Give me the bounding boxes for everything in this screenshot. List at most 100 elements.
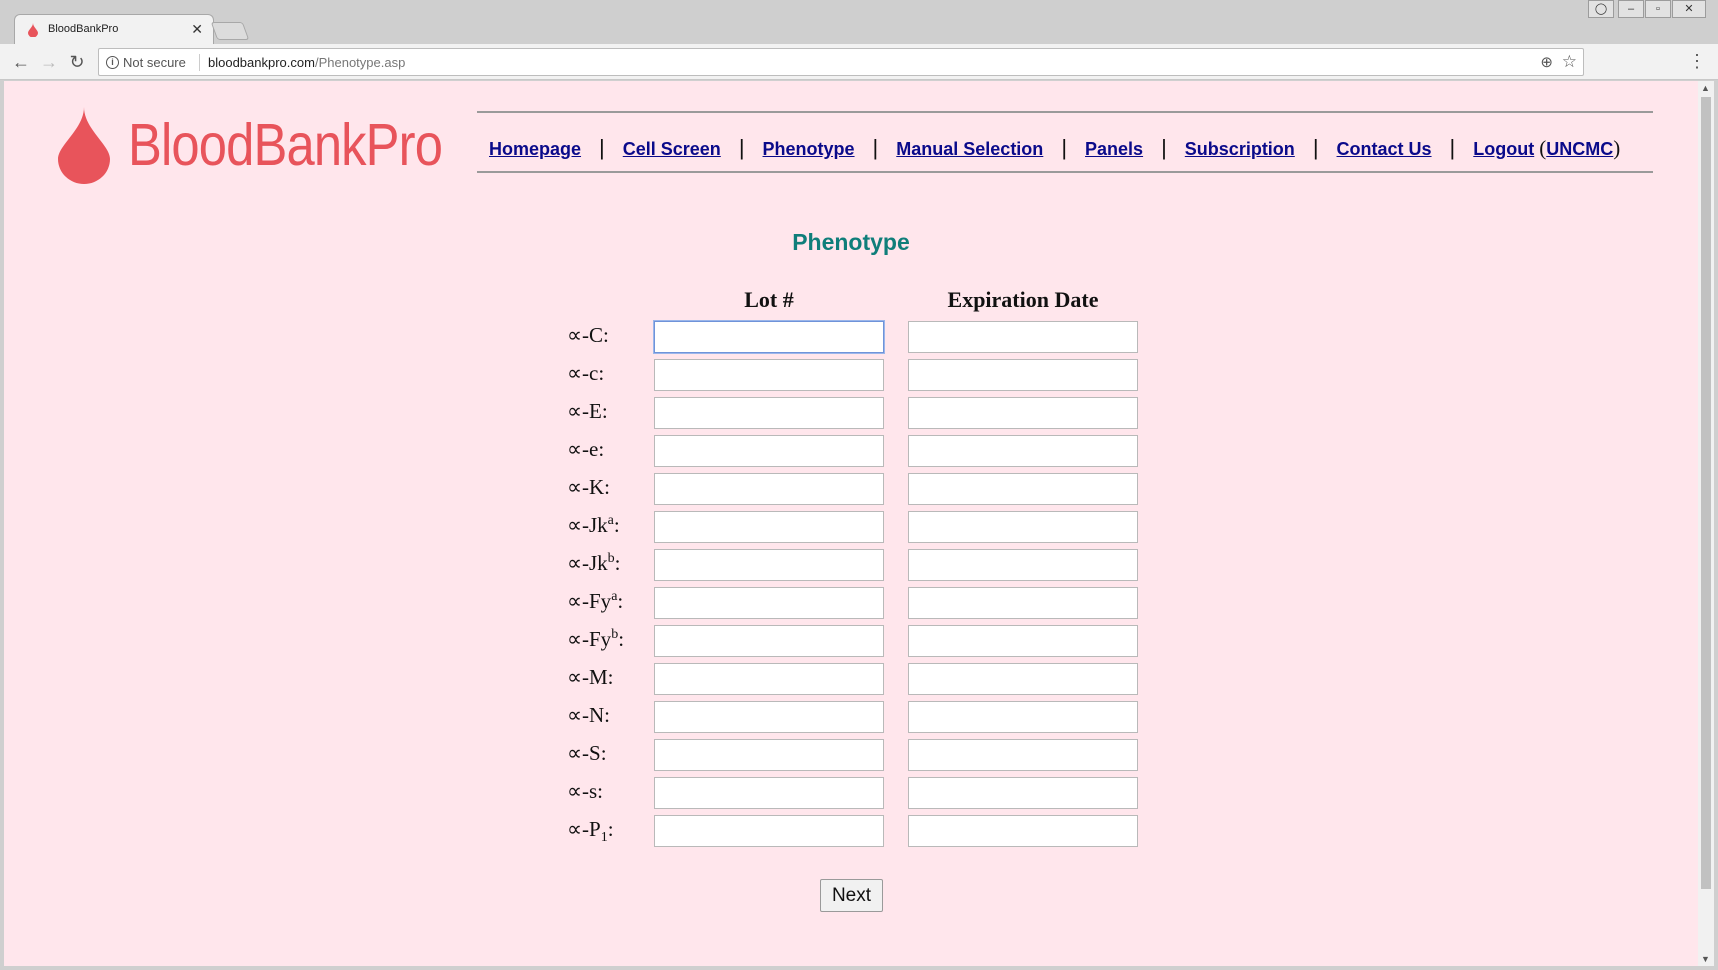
lot-number-input[interactable] [654, 321, 884, 353]
form-row: ∝-e: [4, 434, 1698, 468]
lot-number-input[interactable] [654, 511, 884, 543]
form-row: ∝-s: [4, 776, 1698, 810]
bookmark-star-icon[interactable]: ☆ [1562, 52, 1577, 72]
expiration-date-input[interactable] [908, 587, 1138, 619]
expiration-date-input[interactable] [908, 549, 1138, 581]
zoom-icon[interactable]: ⊕ [1540, 53, 1553, 71]
next-button[interactable]: Next [820, 879, 883, 912]
antibody-label: ∝-Jka: [567, 513, 620, 538]
reload-icon[interactable]: ↻ [66, 51, 88, 73]
lot-number-input[interactable] [654, 625, 884, 657]
expiration-date-input[interactable] [908, 663, 1138, 695]
expiration-date-input[interactable] [908, 321, 1138, 353]
security-label: Not secure [123, 55, 186, 70]
nav-contact-us[interactable]: Contact Us [1337, 139, 1432, 159]
expiration-date-input[interactable] [908, 739, 1138, 771]
lot-number-input[interactable] [654, 549, 884, 581]
antibody-label: ∝-E: [567, 399, 608, 424]
back-arrow-icon[interactable]: ← [10, 51, 32, 73]
lot-number-input[interactable] [654, 701, 884, 733]
minimize-button[interactable]: – [1618, 0, 1644, 18]
scrollbar-thumb[interactable] [1701, 97, 1711, 889]
antibody-name: ∝-Jk [567, 513, 608, 537]
antibody-name: ∝-Fy [567, 589, 612, 613]
browser-menu-icon[interactable]: ⋮ [1688, 51, 1706, 71]
browser-tab[interactable]: BloodBankPro ✕ [14, 14, 214, 44]
label-colon: : [600, 741, 607, 765]
expiration-date-input[interactable] [908, 777, 1138, 809]
lot-number-input[interactable] [654, 473, 884, 505]
label-colon: : [617, 589, 624, 613]
antibody-subscript: 1 [600, 830, 608, 846]
antibody-label: ∝-P1: [567, 817, 614, 846]
nav-manual-selection[interactable]: Manual Selection [896, 139, 1043, 159]
nav-user-account[interactable]: UNCMC [1546, 139, 1613, 159]
label-colon: : [598, 437, 605, 461]
url-host: bloodbankpro.com [208, 55, 315, 70]
expiration-date-input[interactable] [908, 701, 1138, 733]
antibody-name: ∝-Jk [567, 551, 608, 575]
nav-cell-screen[interactable]: Cell Screen [623, 139, 721, 159]
vertical-scrollbar[interactable]: ▲ ▼ [1698, 81, 1714, 966]
url-text[interactable]: bloodbankpro.com/Phenotype.asp [208, 55, 405, 70]
antibody-name: ∝-M [567, 665, 608, 689]
lot-number-input[interactable] [654, 435, 884, 467]
expiration-date-input[interactable] [908, 359, 1138, 391]
page-title: Phenotype [792, 229, 910, 255]
nav-subscription[interactable]: Subscription [1185, 139, 1295, 159]
antibody-name: ∝-Fy [567, 627, 612, 651]
blood-drop-logo-icon [58, 107, 110, 184]
lot-number-input[interactable] [654, 739, 884, 771]
label-colon: : [613, 513, 620, 537]
expiration-column-header: Expiration Date [947, 287, 1099, 312]
scroll-down-arrow-icon[interactable]: ▼ [1701, 954, 1710, 964]
antibody-name: ∝-e [567, 437, 599, 461]
antibody-name: ∝-K [567, 475, 605, 499]
scroll-up-arrow-icon[interactable]: ▲ [1701, 83, 1710, 93]
antibody-name: ∝-C [567, 323, 604, 347]
user-profile-icon[interactable]: ◯ [1588, 0, 1614, 18]
expiration-date-input[interactable] [908, 511, 1138, 543]
nav-divider: | [872, 135, 879, 160]
close-window-button[interactable]: ✕ [1672, 0, 1706, 18]
form-row: ∝-Jkb: [4, 548, 1698, 582]
lot-number-input[interactable] [654, 777, 884, 809]
lot-number-input[interactable] [654, 587, 884, 619]
expiration-date-input[interactable] [908, 815, 1138, 847]
nav-divider: | [1312, 135, 1319, 160]
lot-number-input[interactable] [654, 397, 884, 429]
antibody-name: ∝-P [567, 817, 601, 841]
antibody-name: ∝-N [567, 703, 605, 727]
form-row: ∝-S: [4, 738, 1698, 772]
new-tab-button[interactable] [210, 22, 250, 40]
blood-drop-icon [28, 23, 38, 37]
info-icon[interactable]: i [106, 56, 119, 69]
address-bar[interactable]: i Not secure bloodbankpro.com/Phenotype.… [98, 48, 1584, 76]
form-row: ∝-Fyb: [4, 624, 1698, 658]
antibody-label: ∝-Jkb: [567, 551, 621, 576]
expiration-date-input[interactable] [908, 397, 1138, 429]
antibody-name: ∝-S [567, 741, 601, 765]
nav-divider: | [1161, 135, 1167, 160]
browser-toolbar: ← → ↻ i Not secure bloodbankpro.com/Phen… [0, 44, 1718, 80]
lot-number-input[interactable] [654, 663, 884, 695]
nav-homepage[interactable]: Homepage [489, 139, 581, 159]
nav-logout[interactable]: Logout [1473, 139, 1534, 159]
antibody-label: ∝-e: [567, 437, 604, 462]
expiration-date-input[interactable] [908, 473, 1138, 505]
forward-arrow-icon[interactable]: → [38, 51, 60, 73]
nav-phenotype[interactable]: Phenotype [763, 139, 855, 159]
form-row: ∝-M: [4, 662, 1698, 696]
form-row: ∝-Fya: [4, 586, 1698, 620]
expiration-date-input[interactable] [908, 625, 1138, 657]
expiration-date-input[interactable] [908, 435, 1138, 467]
antibody-label: ∝-C: [567, 323, 609, 348]
maximize-button[interactable]: ▫ [1645, 0, 1671, 18]
close-tab-icon[interactable]: ✕ [191, 21, 203, 38]
antibody-superscript: b [607, 551, 615, 566]
nav-panels[interactable]: Panels [1085, 139, 1143, 159]
lot-number-input[interactable] [654, 359, 884, 391]
nav-divider: | [1449, 135, 1456, 160]
antibody-name: ∝-s [567, 779, 598, 803]
lot-number-input[interactable] [654, 815, 884, 847]
